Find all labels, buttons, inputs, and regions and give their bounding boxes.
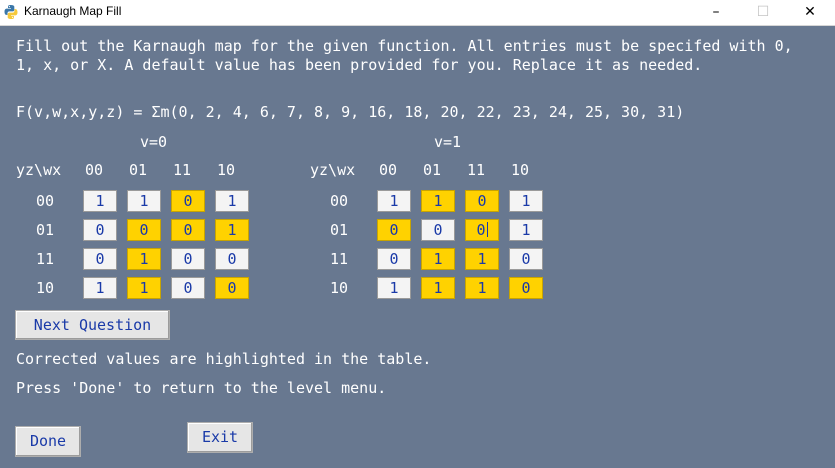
row-header: 00 bbox=[36, 192, 55, 210]
kmap-cell-input[interactable]: 1 bbox=[83, 190, 117, 212]
kmap-cell-input[interactable]: 1 bbox=[465, 248, 499, 270]
kmap-cell-input[interactable]: 0 bbox=[83, 248, 117, 270]
kmap-cell-input[interactable]: 1 bbox=[127, 190, 161, 212]
instructions-text: Fill out the Karnaugh map for the given … bbox=[16, 37, 802, 74]
main-content: Fill out the Karnaugh map for the given … bbox=[0, 26, 835, 468]
map-title: v=0 bbox=[140, 133, 168, 151]
row-header: 01 bbox=[36, 221, 55, 239]
kmap-cell-input[interactable]: 0 bbox=[171, 277, 205, 299]
kmap-cell-input[interactable]: 0 bbox=[215, 248, 249, 270]
kmap-cell-input[interactable]: 0 bbox=[465, 219, 499, 241]
python-icon bbox=[4, 5, 18, 19]
kmap-cell-input[interactable]: 0 bbox=[421, 219, 455, 241]
kmap-cell-input[interactable]: 0 bbox=[377, 219, 411, 241]
kmap-cell-input[interactable]: 0 bbox=[171, 190, 205, 212]
kmap-cell-input[interactable]: 1 bbox=[421, 277, 455, 299]
column-header: 11 bbox=[173, 161, 192, 179]
column-header: 01 bbox=[129, 161, 148, 179]
row-header: 11 bbox=[330, 250, 349, 268]
kmap-cell-input[interactable]: 1 bbox=[215, 219, 249, 241]
maximize-button[interactable]: ☐ bbox=[740, 0, 786, 25]
next-question-button[interactable]: Next Question bbox=[15, 310, 170, 340]
close-button[interactable]: ✕ bbox=[787, 0, 833, 25]
function-expression: F(v,w,x,y,z) = Σm(0, 2, 4, 6, 7, 8, 9, 1… bbox=[16, 103, 685, 121]
kmap-cell-input[interactable]: 0 bbox=[171, 219, 205, 241]
status-done-text: Press 'Done' to return to the level menu… bbox=[16, 379, 387, 397]
column-header: 10 bbox=[511, 161, 530, 179]
minimize-button[interactable]: – bbox=[693, 0, 739, 25]
column-header: 10 bbox=[217, 161, 236, 179]
row-header: 11 bbox=[36, 250, 55, 268]
kmap-cell-input[interactable]: 1 bbox=[465, 277, 499, 299]
kmap-cell-input[interactable]: 1 bbox=[377, 190, 411, 212]
row-header: 10 bbox=[330, 279, 349, 297]
map-title: v=1 bbox=[434, 133, 462, 151]
kmap-cell-input[interactable]: 1 bbox=[421, 190, 455, 212]
column-header: 01 bbox=[423, 161, 442, 179]
column-header: 11 bbox=[467, 161, 486, 179]
kmap-cell-input[interactable]: 0 bbox=[465, 190, 499, 212]
kmap-cell-input[interactable]: 0 bbox=[127, 219, 161, 241]
kmap-cell-input[interactable]: 0 bbox=[377, 248, 411, 270]
exit-button[interactable]: Exit bbox=[187, 422, 253, 453]
kmap-cell-input[interactable]: 1 bbox=[421, 248, 455, 270]
title-bar: Karnaugh Map Fill – ☐ ✕ bbox=[0, 0, 835, 26]
map-corner-label: yz\wx bbox=[16, 161, 62, 179]
done-button[interactable]: Done bbox=[15, 426, 81, 457]
text-caret bbox=[486, 222, 488, 237]
kmap-cell-input[interactable]: 0 bbox=[509, 277, 543, 299]
column-header: 00 bbox=[379, 161, 398, 179]
row-header: 00 bbox=[330, 192, 349, 210]
kmap-cell-input[interactable]: 0 bbox=[215, 277, 249, 299]
kmap-cell-input[interactable]: 1 bbox=[127, 248, 161, 270]
kmap-cell-input[interactable]: 0 bbox=[83, 219, 117, 241]
window-title: Karnaugh Map Fill bbox=[24, 4, 122, 18]
kmap-cell-input[interactable]: 1 bbox=[127, 277, 161, 299]
kmap-cell-input[interactable]: 1 bbox=[83, 277, 117, 299]
kmap-cell-input[interactable]: 0 bbox=[509, 248, 543, 270]
kmap-cell-input[interactable]: 0 bbox=[171, 248, 205, 270]
map-corner-label: yz\wx bbox=[310, 161, 356, 179]
row-header: 01 bbox=[330, 221, 349, 239]
kmap-cell-input[interactable]: 1 bbox=[377, 277, 411, 299]
row-header: 10 bbox=[36, 279, 55, 297]
kmap-cell-input[interactable]: 1 bbox=[215, 190, 249, 212]
kmap-cell-input[interactable]: 1 bbox=[509, 219, 543, 241]
kmap-cell-input[interactable]: 1 bbox=[509, 190, 543, 212]
status-corrected-text: Corrected values are highlighted in the … bbox=[16, 350, 432, 368]
column-header: 00 bbox=[85, 161, 104, 179]
